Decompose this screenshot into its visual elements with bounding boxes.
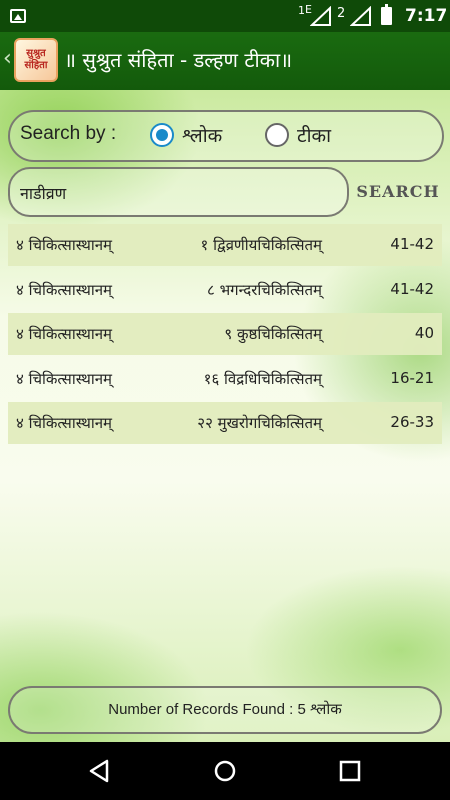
app-logo-text: सुश्रुत संहिता (24, 48, 48, 71)
recents-icon[interactable] (335, 756, 365, 786)
radio-shloka[interactable] (150, 123, 174, 147)
status-bar: 1 E 2 7:17 (0, 0, 450, 32)
result-row[interactable]: ४ चिकित्सास्थानम् १६ विद्रधिचिकित्सितम् … (8, 358, 442, 400)
result-verses: 40 (414, 324, 434, 342)
result-section: ४ चिकित्सास्थानम् (16, 370, 112, 388)
result-row[interactable]: ४ चिकित्सास्थानम् ९ कुष्ठचिकित्सितम् 40 (8, 313, 442, 355)
search-by-panel: Search by : श्लोक टीका (8, 110, 444, 162)
result-verses: 26-33 (390, 413, 434, 431)
result-chapter: ८ भगन्दरचिकित्सितम् (207, 281, 322, 299)
sim2-label: 2 (337, 6, 346, 21)
result-verses: 41-42 (390, 280, 434, 298)
app-logo[interactable]: सुश्रुत संहिता (14, 38, 58, 82)
radio-tika-label[interactable]: टीका (297, 122, 331, 148)
result-chapter: ९ कुष्ठचिकित्सितम् (224, 325, 322, 343)
clock: 7:17 (405, 6, 448, 26)
result-verses: 16-21 (390, 369, 434, 387)
result-section: ४ चिकित्सास्थानम् (16, 236, 112, 254)
battery-icon (381, 4, 392, 25)
signal-sim1-icon (310, 6, 331, 26)
search-input-box (8, 167, 349, 217)
back-chevron-icon[interactable]: ‹ (3, 46, 12, 71)
records-count-text: Number of Records Found : 5 श्लोक (108, 701, 342, 718)
result-section: ४ चिकित्सास्थानम् (16, 414, 112, 432)
search-button[interactable]: SEARCH (354, 172, 442, 212)
result-section: ४ चिकित्सास्थानम् (16, 281, 112, 299)
result-row[interactable]: ४ चिकित्सास्थानम् २२ मुखरोगचिकित्सितम् 2… (8, 402, 442, 444)
back-icon[interactable] (85, 756, 115, 786)
app-title: ॥ सुश्रुत संहिता - डल्हण टीका॥ (64, 48, 293, 72)
radio-tika[interactable] (265, 123, 289, 147)
search-by-label: Search by : (20, 123, 117, 144)
search-input[interactable] (20, 179, 340, 207)
content-area: Search by : श्लोक टीका SEARCH ४ चिकित्सा… (0, 90, 450, 742)
result-verses: 41-42 (390, 235, 434, 253)
navigation-bar (0, 742, 450, 800)
result-row[interactable]: ४ चिकित्सास्थानम् १ द्विव्रणीयचिकित्सितम… (8, 224, 442, 266)
records-count-panel: Number of Records Found : 5 श्लोक (8, 686, 442, 734)
result-section: ४ चिकित्सास्थानम् (16, 325, 112, 343)
signal-sim2-icon (350, 6, 371, 26)
home-icon[interactable] (210, 756, 240, 786)
result-chapter: २२ मुखरोगचिकित्सितम् (197, 414, 322, 432)
image-icon (10, 9, 26, 23)
result-row[interactable]: ४ चिकित्सास्थानम् ८ भगन्दरचिकित्सितम् 41… (8, 269, 442, 311)
radio-shloka-label[interactable]: श्लोक (182, 122, 222, 148)
sim1-label: 1 (298, 4, 305, 17)
app-bar: ‹ सुश्रुत संहिता ॥ सुश्रुत संहिता - डल्ह… (0, 32, 450, 90)
result-chapter: १६ विद्रधिचिकित्सितम् (203, 370, 322, 388)
result-chapter: १ द्विव्रणीयचिकित्सितम् (200, 236, 323, 254)
